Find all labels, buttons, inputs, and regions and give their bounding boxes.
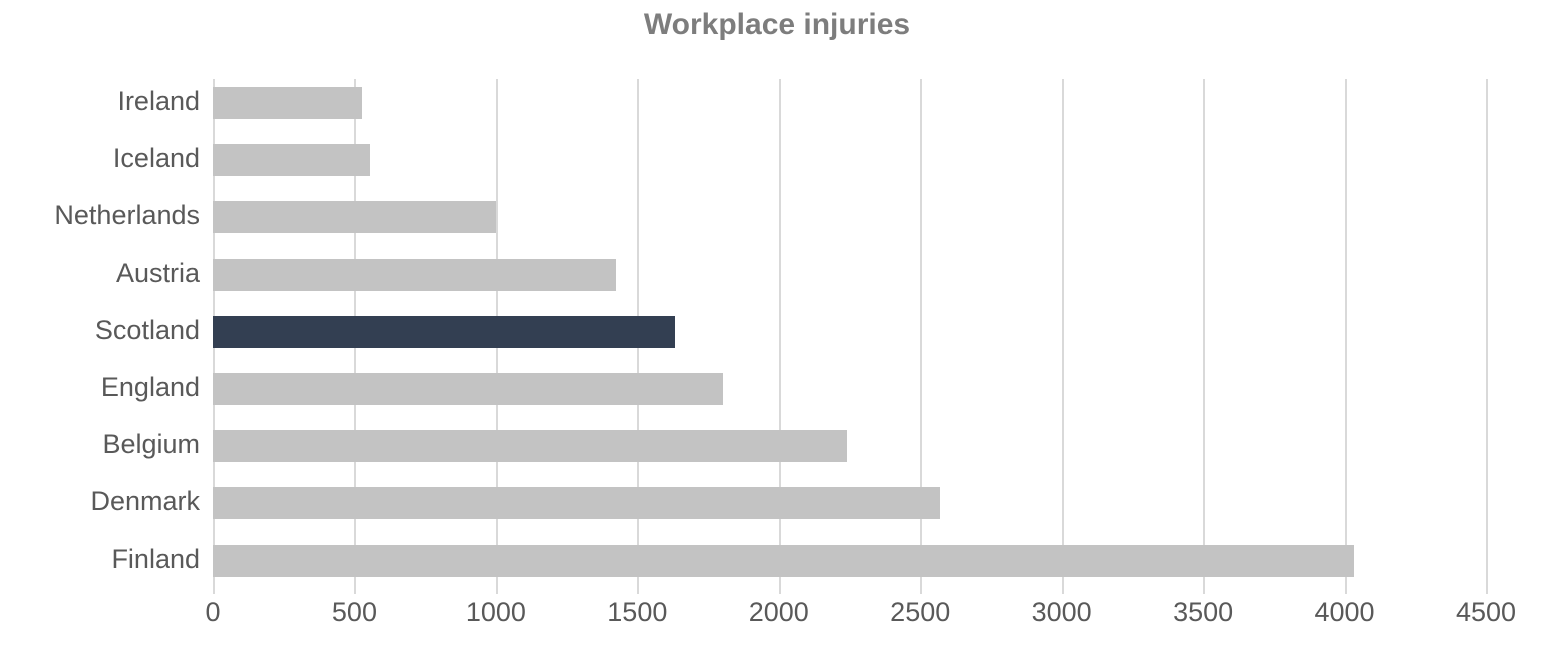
category-label-belgium: Belgium [102,429,200,460]
bar-netherlands[interactable] [213,201,496,234]
bar-denmark[interactable] [213,487,941,520]
plot-area [213,79,1488,585]
bar-ireland[interactable] [213,87,363,119]
tick-mark-1500 [637,585,640,594]
x-tick-label: 500 [331,597,377,627]
x-axis-tick-marks [213,585,1488,595]
category-label-denmark: Denmark [90,486,200,517]
bar-belgium[interactable] [213,430,847,463]
bar-iceland[interactable] [213,144,370,177]
category-label-ireland: Ireland [117,86,200,116]
bar-finland[interactable] [213,544,1354,577]
bar-austria[interactable] [213,258,616,291]
category-label-austria: Austria [115,257,200,288]
category-label-netherlands: Netherlands [54,200,200,231]
bar-scotland[interactable] [213,315,675,348]
tick-mark-2500 [920,585,923,594]
tick-mark-3500 [1203,585,1206,594]
category-label-england: England [100,372,200,402]
category-label-scotland: Scotland [94,314,200,345]
bar-series [213,79,1486,585]
tick-mark-0 [213,585,215,594]
category-label-iceland: Iceland [112,143,200,174]
tick-mark-500 [354,585,357,594]
chart-title: Workplace injuries [643,8,911,41]
x-tick-label: 2500 [890,597,951,627]
tick-mark-2000 [778,585,781,594]
category-label-finland: Finland [111,543,200,574]
x-tick-label: 3000 [1031,597,1092,627]
tick-mark-1000 [495,585,498,594]
bar-england[interactable] [213,373,724,405]
bar-chart: Workplace injuries Ireland Iceland Netherl… [0,0,1554,660]
x-tick-label: 4500 [1455,597,1517,627]
tick-mark-3000 [1061,585,1064,594]
tick-mark-4500 [1486,585,1488,594]
y-axis-category-labels: Ireland Iceland Netherlands Austria Scotland… [0,79,200,585]
tick-mark-4000 [1344,585,1347,594]
x-tick-label: 0 [205,597,221,627]
gridline-4500 [1486,79,1488,585]
x-tick-label: 1000 [465,597,526,627]
x-axis-tick-labels: 0 500 1000 1500 2000 2500 3000 3500 4000 4500 [0,596,1554,636]
x-tick-label: 1500 [607,597,668,627]
x-tick-label: 4000 [1314,597,1375,627]
x-tick-label: 3500 [1173,597,1234,627]
x-tick-label: 2000 [748,597,809,627]
